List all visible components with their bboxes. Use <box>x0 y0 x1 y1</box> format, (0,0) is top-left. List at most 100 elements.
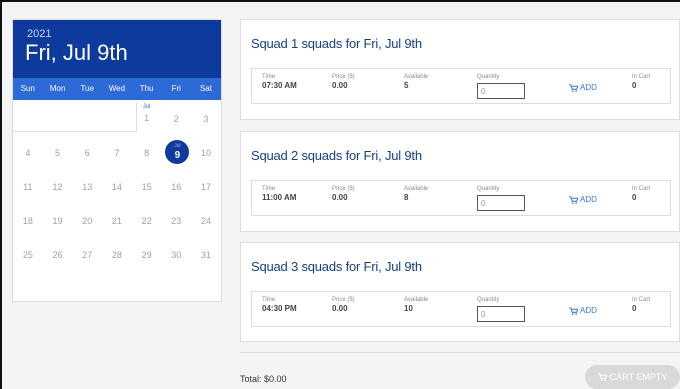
quantity-input[interactable] <box>477 306 525 322</box>
cart-total: Total: $0.00 <box>240 374 287 384</box>
day-number: 26 <box>52 250 63 260</box>
calendar-day[interactable]: 2 <box>161 102 191 136</box>
calendar-day[interactable]: 24 <box>191 204 221 238</box>
calendar-day[interactable]: 3 <box>191 102 221 136</box>
in-cart-column: In Cart 0 <box>632 74 650 90</box>
calendar-day[interactable]: 28 <box>102 238 132 272</box>
calendar-day[interactable]: 16 <box>161 170 191 204</box>
selected-day-marker: Jul 9 <box>165 140 190 164</box>
calendar-week-row: Jul 1 2 3 <box>13 102 221 136</box>
calendar-day[interactable]: 8 <box>132 136 162 170</box>
calendar-year[interactable]: 2021 <box>27 28 51 40</box>
weekday-label: Thu <box>139 84 154 93</box>
calendar-day[interactable]: 25 <box>13 238 43 272</box>
calendar-day[interactable]: 5 <box>43 136 73 170</box>
day-number: 21 <box>111 216 122 226</box>
calendar-day[interactable]: 15 <box>132 170 162 204</box>
available-column: Available 8 <box>404 186 428 202</box>
calendar-day[interactable]: 4 <box>13 136 43 170</box>
squad-slot-row: Time 04:30 PM Price ($) 0.00 Available 1… <box>251 291 671 327</box>
time-value: 04:30 PM <box>262 304 297 313</box>
calendar-day[interactable]: 27 <box>72 238 102 272</box>
calendar-day[interactable]: 23 <box>161 204 191 238</box>
day-number: 7 <box>114 148 120 158</box>
day-number: 24 <box>200 216 211 226</box>
calendar-day[interactable]: 11 <box>13 170 43 204</box>
time-label: Time <box>262 186 276 192</box>
calendar-day[interactable]: 12 <box>43 170 73 204</box>
available-label: Available <box>404 297 429 303</box>
price-value: 0.00 <box>332 81 348 90</box>
price-label: Price ($) <box>332 186 355 192</box>
month-start-label: Jul <box>142 104 151 110</box>
add-to-cart-button[interactable]: ADD <box>569 306 597 315</box>
calendar-day[interactable]: 13 <box>72 170 102 204</box>
day-number: 22 <box>141 216 152 226</box>
calendar-day[interactable]: 31 <box>191 238 221 272</box>
cart-icon <box>569 195 578 204</box>
calendar-day[interactable]: Jul 1 <box>132 102 162 136</box>
calendar-day[interactable]: 6 <box>72 136 102 170</box>
day-number: 17 <box>200 182 211 192</box>
squad-slot-row: Time 07:30 AM Price ($) 0.00 Available 5… <box>251 68 671 104</box>
calendar-day[interactable]: 17 <box>191 170 221 204</box>
squad-card-title: Squad 3 squads for Fri, Jul 9th <box>251 259 422 274</box>
quantity-input[interactable] <box>477 195 525 211</box>
day-number: 3 <box>203 114 209 124</box>
quantity-column: Quantity <box>477 297 499 303</box>
price-column: Price ($) 0.00 <box>332 186 355 202</box>
calendar-day[interactable]: 20 <box>72 204 102 238</box>
calendar-week-row: 18 19 20 21 22 23 24 <box>13 204 221 238</box>
day-number: 31 <box>200 250 211 260</box>
price-value: 0.00 <box>332 193 348 202</box>
day-number: 8 <box>144 148 150 158</box>
calendar-day[interactable]: 7 <box>102 136 132 170</box>
calendar-week-row: 25 26 27 28 29 30 31 <box>13 238 221 272</box>
calendar-day[interactable]: 10 <box>191 136 221 170</box>
day-number: 13 <box>82 182 93 192</box>
calendar-day-grid: Jul 1 2 3 4 5 6 7 8 Jul 9 10 11 12 13 14 15 16 17 18 19 20 21 2… <box>13 102 221 272</box>
in-cart-column: In Cart 0 <box>632 297 650 313</box>
day-number: 28 <box>111 250 122 260</box>
weekday-label: Sun <box>20 84 35 93</box>
quantity-label: Quantity <box>477 74 500 80</box>
squad-slot-row: Time 11:00 AM Price ($) 0.00 Available 8… <box>251 180 671 216</box>
calendar-day[interactable]: 21 <box>102 204 132 238</box>
time-column: Time 07:30 AM <box>262 74 297 90</box>
price-value: 0.00 <box>332 304 348 313</box>
calendar-day[interactable]: 29 <box>132 238 162 272</box>
calendar-day[interactable]: 22 <box>132 204 162 238</box>
day-number: 5 <box>55 148 61 158</box>
calendar-day[interactable]: 26 <box>43 238 73 272</box>
quantity-label: Quantity <box>477 186 500 192</box>
available-column: Available 5 <box>404 74 428 90</box>
calendar-day[interactable]: 30 <box>161 238 191 272</box>
calendar-empty-cell <box>13 102 43 136</box>
calendar-day[interactable]: Jul 9 <box>161 136 191 170</box>
in-cart-label: In Cart <box>632 186 651 192</box>
price-column: Price ($) 0.00 <box>332 297 355 313</box>
day-number: 4 <box>25 148 31 158</box>
day-number: 20 <box>82 216 93 226</box>
day-number: 19 <box>52 216 63 226</box>
day-number: 10 <box>200 148 211 158</box>
price-label: Price ($) <box>332 297 355 303</box>
add-to-cart-button[interactable]: ADD <box>569 83 597 92</box>
cart-icon <box>597 373 607 381</box>
add-button-label: ADD <box>580 195 597 204</box>
quantity-input[interactable] <box>477 83 525 99</box>
squad-card-title: Squad 2 squads for Fri, Jul 9th <box>251 148 422 163</box>
day-number: 23 <box>171 216 182 226</box>
time-value: 11:00 AM <box>262 193 297 202</box>
in-cart-column: In Cart 0 <box>632 186 650 202</box>
add-button-label: ADD <box>580 306 597 315</box>
cart-empty-button[interactable]: CART EMPTY <box>585 365 680 389</box>
calendar-day[interactable]: 18 <box>13 204 43 238</box>
quantity-column: Quantity <box>477 186 499 192</box>
add-to-cart-button[interactable]: ADD <box>569 195 597 204</box>
calendar-day[interactable]: 19 <box>43 204 73 238</box>
selected-day-number: 9 <box>174 150 181 161</box>
calendar-week-row: 4 5 6 7 8 Jul 9 10 <box>13 136 221 170</box>
calendar-day[interactable]: 14 <box>102 170 132 204</box>
in-cart-label: In Cart <box>632 297 651 303</box>
